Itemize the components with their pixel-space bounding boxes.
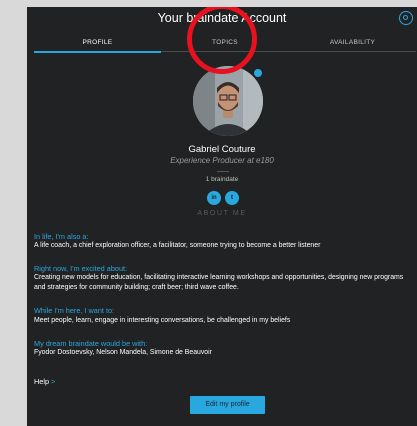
settings-gear-icon[interactable] xyxy=(399,11,413,25)
profile-name: Gabriel Couture xyxy=(188,144,256,155)
linkedin-icon[interactable]: in xyxy=(207,191,221,205)
edit-profile-button[interactable]: Edit my profile xyxy=(190,396,265,414)
tab-profile[interactable]: PROFILE xyxy=(34,35,161,53)
section-title-want-to: While I'm here, I want to: xyxy=(34,306,115,315)
about-me-heading: ABOUT ME xyxy=(197,210,247,217)
divider xyxy=(217,171,229,172)
avatar[interactable] xyxy=(193,66,263,136)
section-body-dream-braindate: Fyodor Dostoevsky, Nelson Mandela, Simon… xyxy=(34,349,212,356)
section-title-in-life: In life, I'm also a: xyxy=(34,232,89,241)
account-panel: Your braindate Account PROFILE TOPICS AV… xyxy=(27,7,417,426)
section-body-excited-about: Creating new models for education, facil… xyxy=(34,274,404,291)
page-title: Your braindate Account xyxy=(157,11,287,25)
help-label: Help xyxy=(34,377,50,386)
status-dot xyxy=(253,68,263,78)
section-body-in-life: A life coach, a chief exploration office… xyxy=(34,242,321,249)
help-link[interactable]: Help > xyxy=(34,377,55,386)
tab-availability[interactable]: AVAILABILITY xyxy=(289,35,416,52)
section-title-excited-about: Right now, I'm excited about: xyxy=(34,264,128,273)
section-body-want-to: Meet people, learn, engage in interestin… xyxy=(34,317,291,324)
braindate-count: 1 braindate xyxy=(205,176,239,183)
profile-role: Experience Producer at e180 xyxy=(170,156,274,165)
twitter-icon[interactable]: t xyxy=(225,191,239,205)
chevron-right-icon: > xyxy=(51,377,56,386)
tab-bar: PROFILE TOPICS AVAILABILITY xyxy=(34,35,416,53)
tab-topics[interactable]: TOPICS xyxy=(161,35,289,52)
section-title-dream-braindate: My dream braindate would be with: xyxy=(34,339,148,348)
avatar-photo xyxy=(193,66,263,136)
